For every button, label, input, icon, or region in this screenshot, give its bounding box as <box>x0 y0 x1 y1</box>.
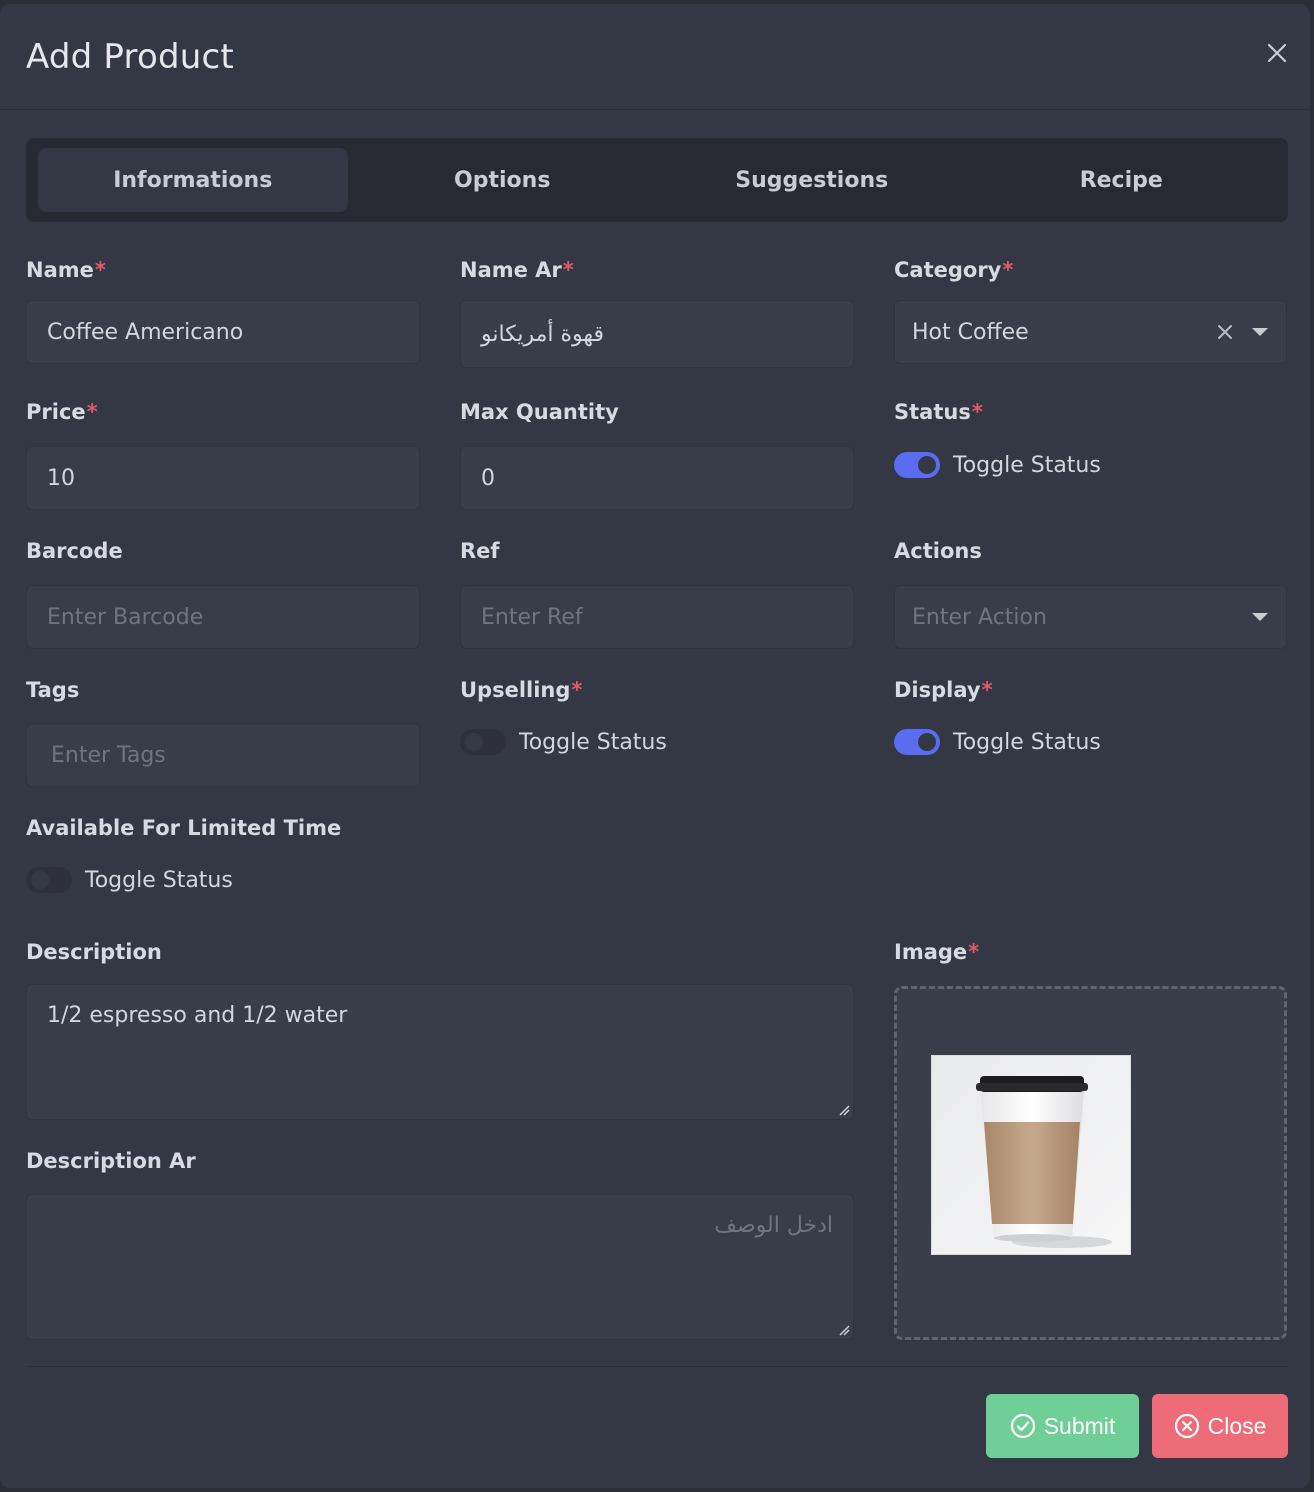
required-marker: * <box>971 400 983 424</box>
status-toggle-label: Toggle Status <box>953 452 1101 478</box>
barcode-label: Barcode <box>26 539 123 563</box>
image-dropzone[interactable] <box>894 986 1287 1340</box>
coffee-cup-icon <box>932 1056 1130 1254</box>
close-label: Close <box>1207 1412 1267 1439</box>
tab-recipe[interactable]: Recipe <box>967 148 1277 212</box>
required-marker: * <box>571 678 583 702</box>
name-label: Name* <box>26 258 106 282</box>
display-toggle[interactable] <box>894 729 940 755</box>
ref-input[interactable]: Enter Ref <box>460 585 854 649</box>
status-toggle-row: Toggle Status <box>894 450 1101 480</box>
resize-handle-icon[interactable] <box>838 1104 850 1116</box>
close-button[interactable]: Close <box>1152 1394 1288 1458</box>
required-marker: * <box>981 678 993 702</box>
category-select-value: Hot Coffee <box>912 319 1029 345</box>
price-label: Price* <box>26 400 98 424</box>
toggle-knob <box>465 733 483 751</box>
limited-time-toggle[interactable] <box>26 867 72 893</box>
limited-time-toggle-label: Toggle Status <box>85 867 233 893</box>
footer-divider <box>26 1366 1288 1367</box>
status-toggle[interactable] <box>894 452 940 478</box>
status-label: Status* <box>894 400 983 424</box>
toggle-knob <box>918 456 936 474</box>
tags-input[interactable]: Enter Tags <box>26 723 420 787</box>
display-label: Display* <box>894 678 993 702</box>
tab-bar: Informations Options Suggestions Recipe <box>26 138 1288 222</box>
upselling-toggle-label: Toggle Status <box>519 729 667 755</box>
description-ar-label: Description Ar <box>26 1149 196 1173</box>
name-ar-input[interactable]: قهوة أمريكانو <box>460 300 854 368</box>
ref-label: Ref <box>460 539 500 563</box>
display-toggle-label: Toggle Status <box>953 729 1101 755</box>
actions-select[interactable]: Enter Action <box>894 585 1287 649</box>
name-input[interactable]: Coffee Americano <box>26 300 420 364</box>
tab-options[interactable]: Options <box>348 148 658 212</box>
chevron-down-icon[interactable] <box>1252 328 1268 336</box>
x-circle-icon <box>1174 1413 1199 1439</box>
price-input[interactable]: 10 <box>26 446 420 510</box>
required-marker: * <box>94 258 106 282</box>
clear-icon[interactable] <box>1214 321 1236 343</box>
max-quantity-label: Max Quantity <box>460 400 619 424</box>
check-circle-icon <box>1010 1413 1035 1439</box>
submit-button[interactable]: Submit <box>986 1394 1139 1458</box>
upselling-label: Upselling* <box>460 678 583 702</box>
description-textarea[interactable]: 1/2 espresso and 1/2 water <box>26 984 854 1120</box>
tab-informations[interactable]: Informations <box>38 148 348 212</box>
tags-label: Tags <box>26 678 80 702</box>
max-quantity-input[interactable]: 0 <box>460 446 854 510</box>
close-icon[interactable] <box>1264 40 1290 66</box>
product-image-thumbnail[interactable] <box>931 1055 1131 1255</box>
modal-title: Add Product <box>26 37 234 77</box>
submit-label: Submit <box>1043 1412 1116 1439</box>
required-marker: * <box>968 940 980 964</box>
resize-handle-icon[interactable] <box>838 1324 850 1336</box>
actions-label: Actions <box>894 539 982 563</box>
required-marker: * <box>562 258 574 282</box>
toggle-knob <box>31 871 49 889</box>
tab-suggestions[interactable]: Suggestions <box>657 148 967 212</box>
upselling-toggle[interactable] <box>460 729 506 755</box>
upselling-toggle-row: Toggle Status <box>460 727 667 757</box>
barcode-input[interactable]: Enter Barcode <box>26 585 420 649</box>
limited-time-label: Available For Limited Time <box>26 816 342 840</box>
limited-time-toggle-row: Toggle Status <box>26 865 233 895</box>
name-ar-label: Name Ar* <box>460 258 574 282</box>
chevron-down-icon[interactable] <box>1252 613 1268 621</box>
toggle-knob <box>918 733 936 751</box>
category-label: Category* <box>894 258 1014 282</box>
category-select[interactable]: Hot Coffee <box>894 300 1287 364</box>
required-marker: * <box>1002 258 1014 282</box>
modal-header: Add Product <box>0 4 1310 110</box>
required-marker: * <box>86 400 98 424</box>
display-toggle-row: Toggle Status <box>894 727 1101 757</box>
description-value: 1/2 espresso and 1/2 water <box>47 1003 348 1028</box>
description-label: Description <box>26 940 162 964</box>
add-product-modal: Add Product Informations Options Suggest… <box>0 4 1310 1488</box>
image-label: Image* <box>894 940 980 964</box>
actions-select-placeholder: Enter Action <box>912 604 1047 630</box>
description-ar-placeholder: ادخل الوصف <box>714 1213 833 1238</box>
description-ar-textarea[interactable]: ادخل الوصف <box>26 1194 854 1340</box>
